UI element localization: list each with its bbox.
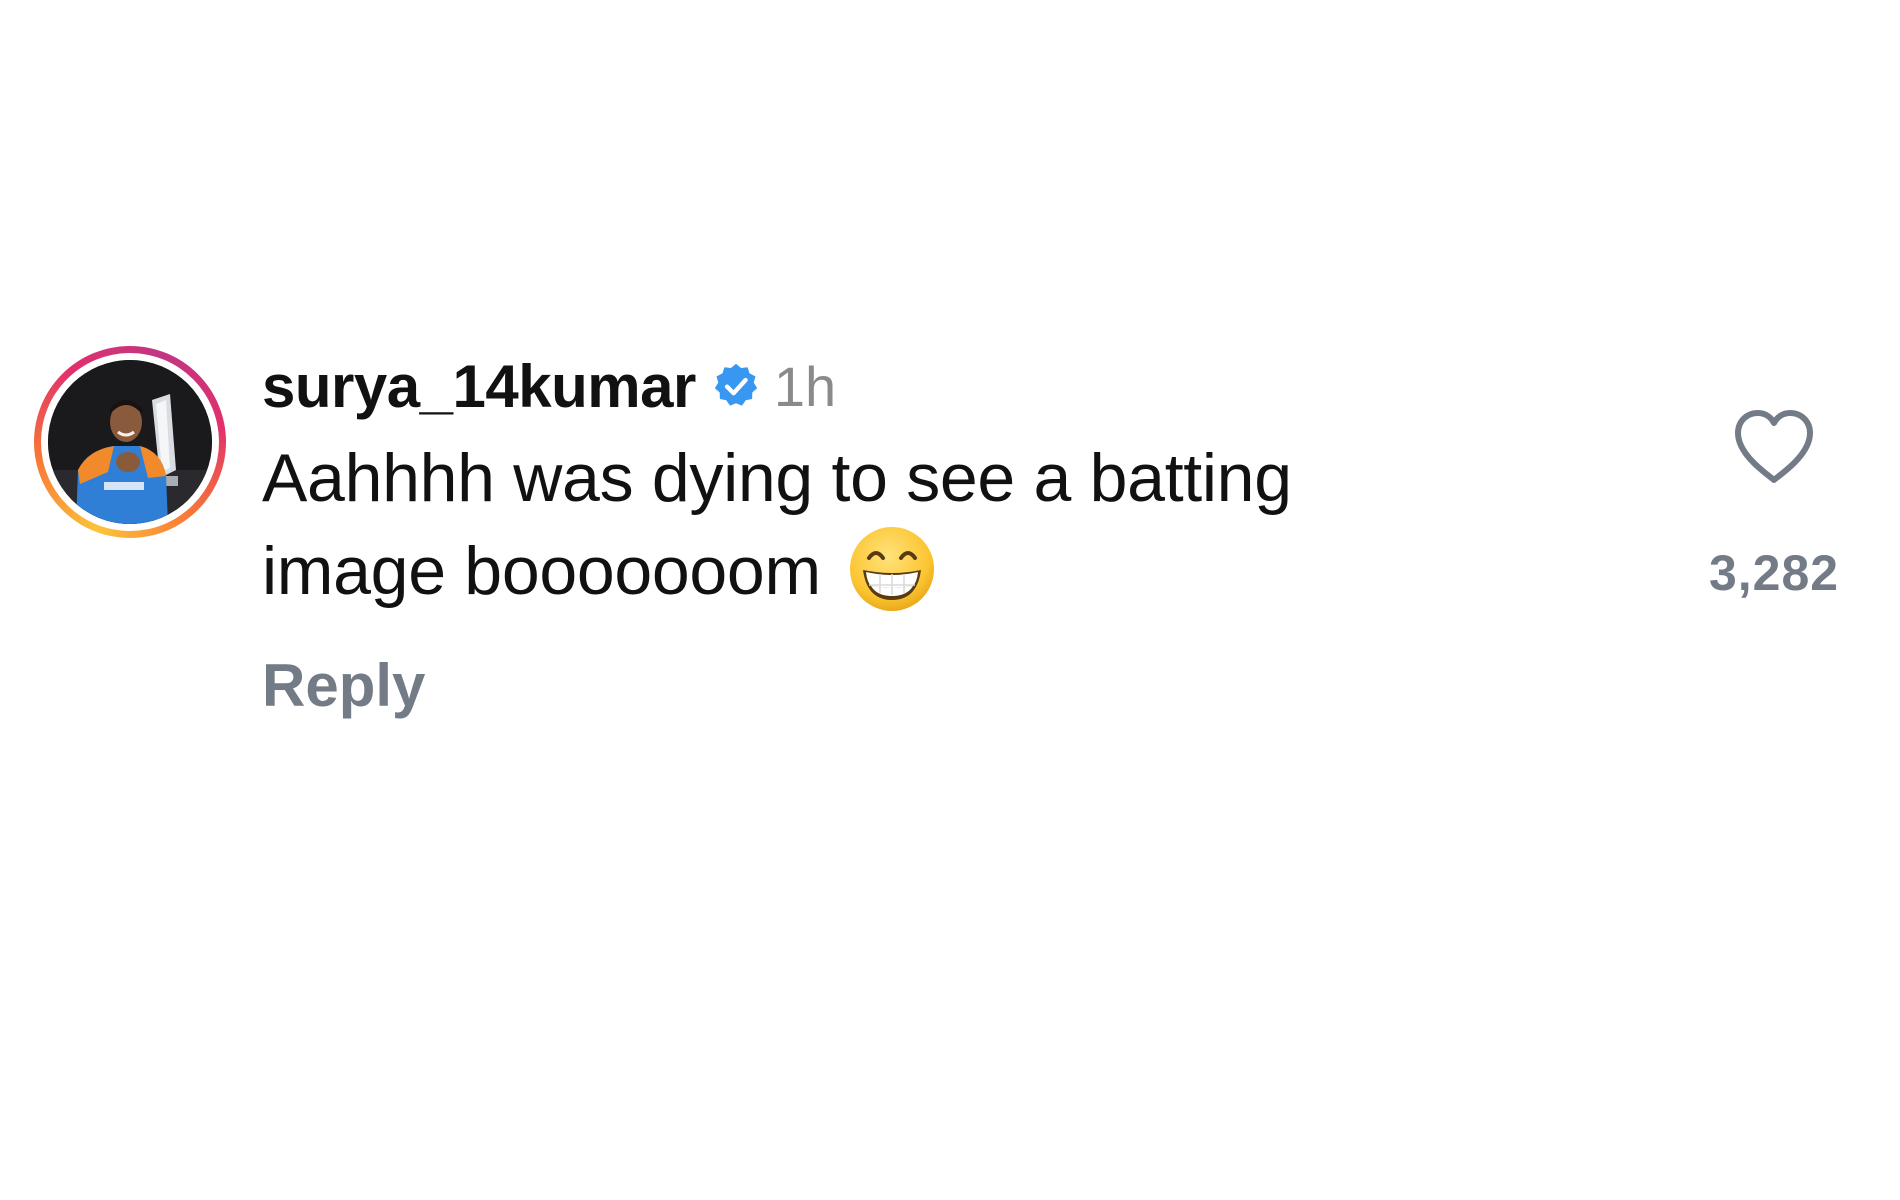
- comment-meta: surya_14kumar 1h: [262, 346, 1562, 426]
- like-column: 3,282: [1694, 408, 1854, 602]
- comment-text-line-2: image booooooom: [262, 533, 821, 609]
- avatar[interactable]: [48, 360, 212, 524]
- heart-icon[interactable]: [1732, 408, 1816, 486]
- avatar-story-ring[interactable]: [34, 346, 226, 538]
- comment-text: Aahhhh was dying to see a batting image …: [262, 432, 1562, 617]
- like-count: 3,282: [1708, 545, 1840, 601]
- grinning-face-emoji-icon: [849, 527, 934, 611]
- avatar-ring-gap: [41, 353, 219, 531]
- comment-text-line-1: Aahhhh was dying to see a batting: [262, 440, 1292, 516]
- verified-badge-icon: [714, 363, 757, 406]
- comment-timestamp: 1h: [773, 354, 837, 418]
- comment-item: surya_14kumar 1h Aahhhh was dying to see…: [34, 346, 1866, 746]
- comment-body: surya_14kumar 1h Aahhhh was dying to see…: [262, 346, 1562, 720]
- reply-button[interactable]: Reply: [262, 651, 425, 720]
- avatar-image: [48, 360, 212, 524]
- comment-text-line-2-wrap: image booooooom: [262, 524, 1562, 617]
- username-link[interactable]: surya_14kumar: [262, 352, 696, 421]
